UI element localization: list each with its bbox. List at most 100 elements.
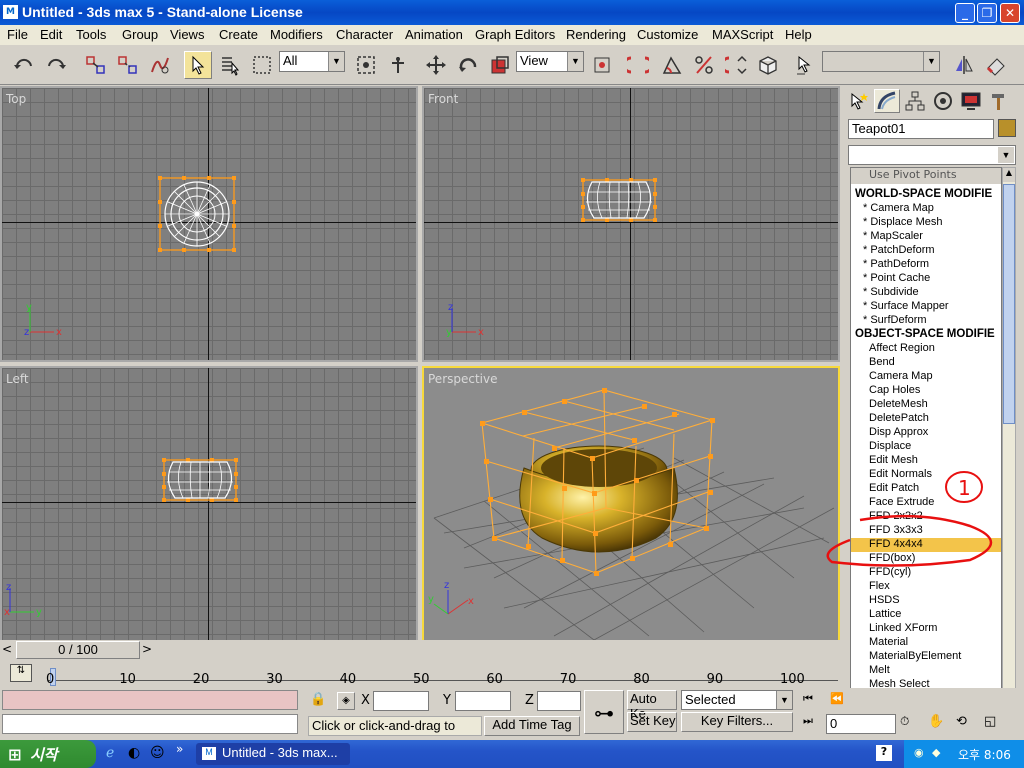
select-link-button[interactable] <box>82 51 110 79</box>
undo-button[interactable] <box>10 51 38 79</box>
modifier-item[interactable]: DeletePatch <box>851 412 1001 426</box>
modifier-item[interactable]: Displace <box>851 440 1001 454</box>
spinner-snap-button[interactable] <box>722 51 750 79</box>
modifier-item[interactable]: Lattice <box>851 608 1001 622</box>
select-and-scale-button[interactable] <box>486 51 514 79</box>
z-coord-field[interactable] <box>537 691 581 711</box>
scroll-up-button[interactable]: ▲ <box>1003 168 1015 182</box>
select-by-name-button[interactable] <box>216 51 244 79</box>
tray-icon-2[interactable]: ◆ <box>932 746 946 760</box>
key-mode-toggle[interactable]: ⏭ <box>803 714 821 732</box>
modifier-item[interactable]: DeleteMesh <box>851 398 1001 412</box>
time-config-icon[interactable]: ⏱ <box>900 714 920 734</box>
modifier-list-scrollbar[interactable]: ▲ ▼ <box>1002 167 1016 715</box>
quicklaunch-more-icon[interactable]: » <box>176 742 188 760</box>
use-pivot-center-button[interactable] <box>588 51 616 79</box>
help-icon[interactable]: ? <box>876 745 892 761</box>
app-quicklaunch-icon[interactable]: ☺ <box>150 745 168 763</box>
crossing-button[interactable] <box>384 51 412 79</box>
tab-utilities[interactable] <box>986 89 1012 113</box>
menu-customize[interactable]: Customize <box>637 27 698 42</box>
tab-display[interactable] <box>958 89 984 113</box>
modifier-item[interactable]: Linked XForm <box>851 622 1001 636</box>
menu-animation[interactable]: Animation <box>405 27 463 42</box>
viewport-label[interactable]: Top <box>6 92 26 106</box>
add-time-tag-button[interactable]: Add Time Tag <box>484 716 580 736</box>
select-object-button[interactable] <box>184 51 212 79</box>
named-selection-button[interactable] <box>754 51 782 79</box>
menu-edit[interactable]: Edit <box>40 27 62 42</box>
region-select-button[interactable] <box>248 51 276 79</box>
object-color-swatch[interactable] <box>998 119 1016 137</box>
ie-icon[interactable]: ℯ <box>106 745 124 763</box>
select-and-move-button[interactable] <box>422 51 450 79</box>
object-name-field[interactable]: Teapot01 <box>848 119 994 139</box>
x-coord-field[interactable] <box>373 691 429 711</box>
key-mode-button[interactable]: ⊶ <box>584 690 624 734</box>
menu-tools[interactable]: Tools <box>76 27 106 42</box>
modifier-item[interactable]: * SurfDeform <box>851 314 1001 328</box>
goto-start-button[interactable]: ⏮ <box>803 692 821 710</box>
y-coord-field[interactable] <box>455 691 511 711</box>
modifier-list-dropdown[interactable]: ▼ <box>848 145 1016 165</box>
modifier-item[interactable]: MaterialByElement <box>851 650 1001 664</box>
key-filters-button[interactable]: Key Filters... <box>681 712 793 732</box>
orbit-icon[interactable]: ⟲ <box>956 714 976 734</box>
edit-named-selection-button[interactable] <box>792 51 820 79</box>
selection-filter-select[interactable]: All ▼ <box>279 51 345 72</box>
modifier-list[interactable]: Use Pivot Points WORLD-SPACE MODIFIE * Ca… <box>850 167 1002 715</box>
menu-help[interactable]: Help <box>785 27 812 42</box>
select-and-manipulate-button[interactable] <box>352 51 380 79</box>
time-slider-next[interactable]: > <box>142 642 156 658</box>
modifier-item[interactable]: Bend <box>851 356 1001 370</box>
bind-space-warp-button[interactable] <box>146 51 174 79</box>
modifier-item[interactable]: * Subdivide <box>851 286 1001 300</box>
use-pivot-points-checkbox[interactable]: Use Pivot Points <box>851 168 1001 184</box>
menu-rendering[interactable]: Rendering <box>566 27 626 42</box>
modifier-item[interactable]: * PathDeform <box>851 258 1001 272</box>
lock-icon[interactable]: 🔒 <box>310 692 326 710</box>
viewport-left[interactable]: Left y z x <box>0 366 418 642</box>
absolute-mode-button[interactable]: ◈ <box>337 692 355 710</box>
menu-create[interactable]: Create <box>219 27 258 42</box>
modifier-item[interactable]: Melt <box>851 664 1001 678</box>
maxscript-listener[interactable] <box>2 690 298 710</box>
track-bar[interactable]: ⇅ 0 10 20 30 40 50 60 70 80 90 100 <box>0 660 840 688</box>
menu-views[interactable]: Views <box>170 27 204 42</box>
align-button[interactable] <box>982 51 1010 79</box>
messenger-icon[interactable]: ◐ <box>128 745 146 763</box>
unlink-button[interactable] <box>114 51 142 79</box>
selection-set-select[interactable]: Selected ▼ <box>681 690 793 710</box>
modifier-item[interactable]: Flex <box>851 580 1001 594</box>
modifier-item[interactable]: * Camera Map <box>851 202 1001 216</box>
start-button[interactable]: ⊞ 시작 <box>0 740 96 768</box>
auto-key-button[interactable]: Auto Ke <box>627 690 677 721</box>
modifier-item[interactable]: * MapScaler <box>851 230 1001 244</box>
named-selection-set-field[interactable]: ▼ <box>822 51 940 72</box>
viewport-top[interactable]: Top x y z <box>0 86 418 362</box>
menu-file[interactable]: File <box>7 27 28 42</box>
viewport-perspective[interactable]: Perspective x z y <box>422 366 840 642</box>
minimize-button[interactable]: _ <box>955 3 975 23</box>
percent-snap-button[interactable] <box>690 51 718 79</box>
track-bar-icon[interactable]: ⇅ <box>10 664 32 682</box>
modifier-item[interactable]: * PatchDeform <box>851 244 1001 258</box>
menu-group[interactable]: Group <box>122 27 158 42</box>
redo-button[interactable] <box>42 51 70 79</box>
viewport-label[interactable]: Left <box>6 372 29 386</box>
viewport-label[interactable]: Front <box>428 92 458 106</box>
angle-snap-button[interactable] <box>658 51 686 79</box>
maximize-viewport-icon[interactable]: ◱ <box>984 714 1004 734</box>
modifier-item[interactable]: HSDS <box>851 594 1001 608</box>
tray-icon-1[interactable]: ◉ <box>914 746 928 760</box>
select-and-link-button[interactable] <box>624 51 652 79</box>
viewport-front[interactable]: Front x z y <box>422 86 840 362</box>
menu-maxscript[interactable]: MAXScript <box>712 27 773 42</box>
time-slider-prev[interactable]: < <box>2 642 16 658</box>
tab-motion[interactable] <box>930 89 956 113</box>
tab-create[interactable] <box>846 89 872 113</box>
menu-graph-editors[interactable]: Graph Editors <box>475 27 555 42</box>
menu-modifiers[interactable]: Modifiers <box>270 27 323 42</box>
tab-modify[interactable] <box>874 89 900 113</box>
set-key-button[interactable]: Set Key <box>627 712 677 732</box>
